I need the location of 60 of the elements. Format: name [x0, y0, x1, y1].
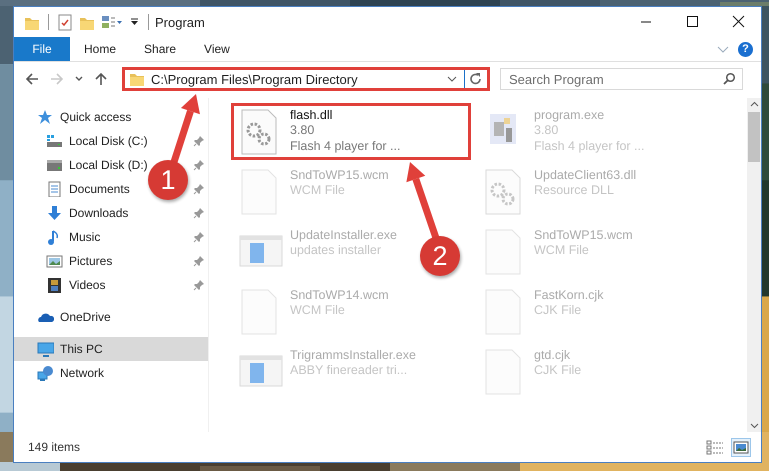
file-detail: CJK File: [534, 302, 582, 318]
sidebar-item[interactable]: Music: [69, 230, 100, 244]
pin-icon[interactable]: [193, 135, 205, 147]
sidebar-item[interactable]: Local Disk (D:): [69, 158, 148, 172]
pin-icon[interactable]: [193, 159, 205, 171]
sidebar-item[interactable]: OneDrive: [60, 310, 111, 324]
star-icon: [37, 109, 54, 125]
file-detail: 3.80: [534, 122, 560, 138]
pointer-arrow: [170, 94, 200, 164]
file-detail: Flash 4 player for ...: [290, 138, 400, 154]
file-detail: 3.80: [290, 122, 316, 138]
details-view-icon[interactable]: [705, 438, 725, 456]
pin-icon[interactable]: [193, 279, 205, 291]
picture-icon: [46, 253, 63, 269]
file-detail: WCM File: [534, 242, 590, 258]
network-icon: [37, 365, 54, 381]
monitor-icon: [37, 341, 54, 357]
drive-icon: [46, 157, 63, 173]
drive-icon: [46, 133, 63, 149]
up-arrow-icon[interactable]: [93, 71, 109, 87]
pin-icon[interactable]: [193, 183, 205, 195]
search-icon[interactable]: [722, 72, 736, 86]
pin-icon[interactable]: [193, 255, 205, 267]
file-detail: WCM File: [290, 182, 346, 198]
file-name[interactable]: flash.dll: [290, 108, 400, 122]
pin-icon[interactable]: [193, 207, 205, 219]
address-bar[interactable]: C:\Program Files\Program Directory: [122, 67, 490, 91]
sidebar-item[interactable]: Local Disk (C:): [69, 134, 148, 148]
sidebar-item[interactable]: Quick access: [60, 110, 132, 124]
file-detail: Resource DLL: [534, 182, 615, 198]
ribbon-tab[interactable]: Share: [130, 37, 190, 61]
sidebar-item[interactable]: Documents: [69, 182, 130, 196]
pin-icon[interactable]: [193, 231, 205, 243]
sidebar-item[interactable]: Videos: [69, 278, 106, 292]
file-menu-button[interactable]: File: [14, 37, 70, 61]
scrollbar[interactable]: [747, 98, 761, 432]
file-detail: CJK File: [534, 362, 582, 378]
help-button[interactable]: ?: [738, 42, 753, 56]
document-icon: [46, 181, 63, 197]
scroll-thumb[interactable]: [748, 112, 760, 162]
item-count: 149 items: [28, 440, 80, 454]
large-icons-view-icon[interactable]: [731, 438, 751, 456]
file-detail: Flash 4 player for ...: [534, 138, 644, 154]
ribbon-tab[interactable]: Home: [70, 37, 130, 61]
sidebar-item[interactable]: Pictures: [69, 254, 112, 268]
file-detail: WCM File: [290, 302, 346, 318]
checklist-icon[interactable]: [57, 14, 73, 30]
down-arrow-icon: [46, 205, 63, 221]
sidebar-item[interactable]: Downloads: [69, 206, 128, 220]
view-menu-icon[interactable]: [101, 14, 123, 30]
ribbon-tab[interactable]: View: [190, 37, 244, 61]
film-icon: [46, 277, 63, 293]
refresh-icon[interactable]: [468, 71, 484, 87]
back-arrow-icon[interactable]: [24, 71, 40, 87]
sidebar-item[interactable]: Network: [60, 366, 104, 380]
search-field[interactable]: Search Program: [500, 68, 743, 90]
file-detail: ABBY finereader tri...: [290, 362, 408, 378]
window-title: Program: [155, 14, 206, 30]
sidebar-item[interactable]: This PC: [60, 342, 103, 356]
file-detail: updates installer: [290, 242, 382, 258]
